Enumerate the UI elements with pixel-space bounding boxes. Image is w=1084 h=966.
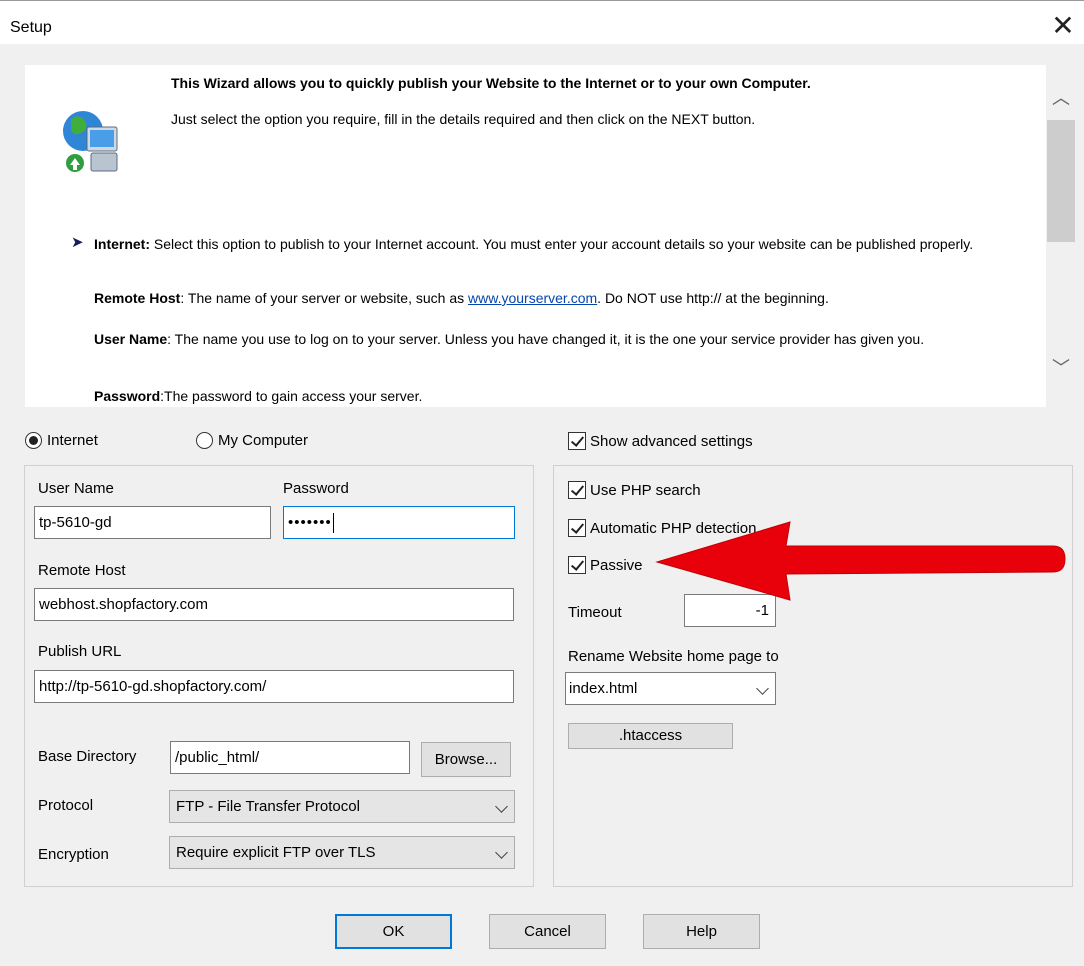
- encryption-select[interactable]: Require explicit FTP over TLS: [169, 836, 515, 869]
- browse-button[interactable]: Browse...: [421, 742, 511, 777]
- timeout-label: Timeout: [568, 604, 622, 621]
- text-cursor: [332, 513, 334, 534]
- php-search-checkbox[interactable]: Use PHP search: [568, 481, 701, 499]
- help-button[interactable]: Help: [643, 914, 760, 949]
- example-server-link[interactable]: www.yourserver.com: [468, 290, 597, 306]
- htaccess-button[interactable]: .htaccess: [568, 723, 733, 749]
- chevron-up-icon[interactable]: ︿: [1047, 87, 1075, 109]
- remote-term: Remote Host: [94, 290, 181, 306]
- chevron-down-icon: [495, 846, 508, 859]
- title-bar: Setup ✕: [0, 0, 1084, 44]
- passive-label: Passive: [590, 556, 643, 574]
- remote-desc: : The name of your server or website, su…: [180, 290, 469, 306]
- intro-heading: This Wizard allows you to quickly publis…: [171, 75, 811, 91]
- remote-desc-2: . Do NOT use http:// at the beginning.: [597, 290, 829, 306]
- show-advanced-check[interactable]: [568, 432, 586, 450]
- password-input[interactable]: •••••••: [283, 506, 515, 539]
- internet-term: Internet:: [94, 236, 150, 252]
- radio-my-computer-indicator[interactable]: [196, 432, 213, 449]
- publish-url-input[interactable]: http://tp-5610-gd.shopfactory.com/: [34, 670, 514, 703]
- encryption-label: Encryption: [38, 846, 109, 863]
- protocol-value: FTP - File Transfer Protocol: [176, 798, 360, 815]
- pass-term: Password: [94, 388, 161, 404]
- scrollbar-thumb[interactable]: [1047, 120, 1075, 242]
- publish-wizard-icon: [63, 111, 118, 172]
- ok-button[interactable]: OK: [335, 914, 452, 949]
- publish-url-label: Publish URL: [38, 643, 122, 660]
- radio-my-computer[interactable]: My Computer: [196, 432, 308, 449]
- close-icon[interactable]: ✕: [1046, 9, 1080, 43]
- chevron-down-icon: [756, 682, 769, 695]
- show-advanced-label: Show advanced settings: [590, 432, 753, 450]
- user-desc: : The name you use to log on to your ser…: [167, 331, 925, 347]
- help-panel: This Wizard allows you to quickly publis…: [25, 65, 1046, 407]
- rename-home-value: index.html: [569, 680, 638, 697]
- radio-internet[interactable]: Internet: [25, 432, 98, 449]
- intro-text: Just select the option you require, fill…: [171, 111, 756, 127]
- rename-home-label: Rename Website home page to: [568, 648, 779, 665]
- rename-home-select[interactable]: index.html: [565, 672, 776, 705]
- red-arrow-annotation: [655, 521, 1066, 601]
- protocol-select[interactable]: FTP - File Transfer Protocol: [169, 790, 515, 823]
- password-help: Password:The password to gain access you…: [94, 388, 422, 404]
- internet-desc: Select this option to publish to your In…: [150, 236, 974, 252]
- show-advanced-checkbox[interactable]: Show advanced settings: [568, 432, 753, 450]
- radio-internet-indicator[interactable]: [25, 432, 42, 449]
- php-detect-check[interactable]: [568, 519, 586, 537]
- user-name-input[interactable]: tp-5610-gd: [34, 506, 271, 539]
- passive-check[interactable]: [568, 556, 586, 574]
- radio-my-computer-label: My Computer: [218, 432, 309, 449]
- php-search-check[interactable]: [568, 481, 586, 499]
- remote-host-label: Remote Host: [38, 562, 126, 579]
- pass-desc: :The password to gain access your server…: [160, 388, 423, 404]
- user-name-label: User Name: [38, 480, 114, 497]
- password-value: •••••••: [288, 514, 332, 531]
- bullet-arrow-icon: ➤: [71, 234, 84, 251]
- radio-internet-label: Internet: [47, 432, 98, 449]
- base-directory-label: Base Directory: [38, 748, 137, 765]
- user-name-help: User Name: The name you use to log on to…: [94, 330, 1024, 348]
- help-scrollbar[interactable]: ︿ ﹀: [1047, 65, 1075, 407]
- chevron-down-icon[interactable]: ﹀: [1047, 357, 1075, 379]
- base-directory-input[interactable]: /public_html/: [170, 741, 410, 774]
- protocol-label: Protocol: [38, 797, 94, 814]
- internet-help: Internet: Select this option to publish …: [94, 235, 1024, 253]
- passive-checkbox[interactable]: Passive: [568, 556, 643, 574]
- password-label: Password: [283, 480, 349, 497]
- chevron-down-icon: [495, 800, 508, 813]
- php-search-label: Use PHP search: [590, 481, 701, 499]
- cancel-button[interactable]: Cancel: [489, 914, 606, 949]
- window-title: Setup: [10, 19, 52, 36]
- user-term: User Name: [94, 331, 168, 347]
- encryption-value: Require explicit FTP over TLS: [176, 844, 376, 861]
- remote-host-help: Remote Host: The name of your server or …: [94, 290, 829, 306]
- remote-host-input[interactable]: webhost.shopfactory.com: [34, 588, 514, 621]
